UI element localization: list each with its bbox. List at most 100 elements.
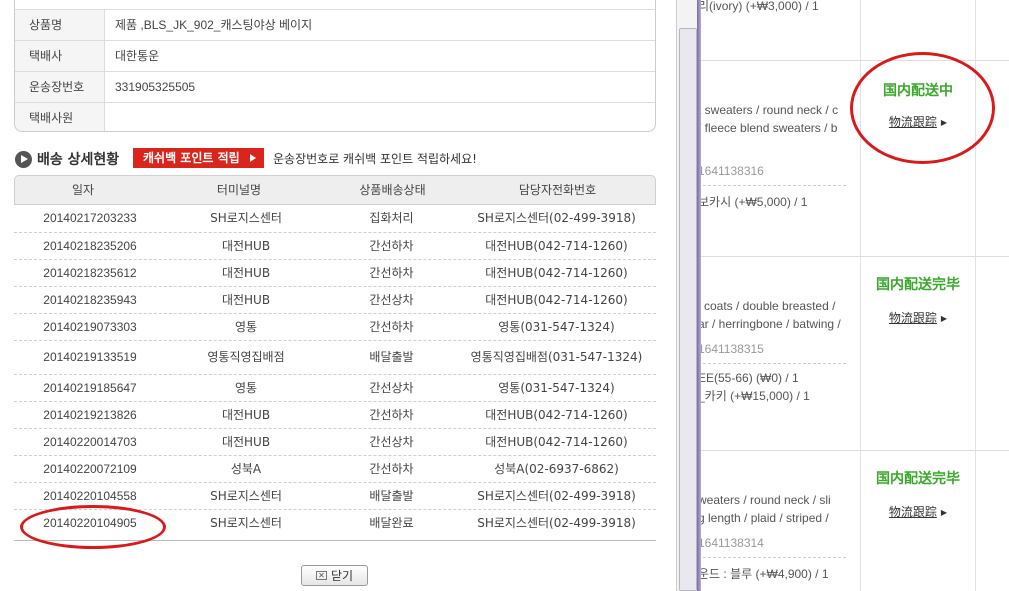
- play-circle-icon: [15, 150, 32, 168]
- cell-datetime: 20140218235612: [43, 265, 137, 280]
- table-bottom-border: [14, 540, 656, 541]
- shipping-status: 国内配送完毕: [876, 277, 960, 293]
- product-desc-line: / fleece blend sweaters / b: [698, 121, 838, 135]
- arrow-right-icon: [250, 154, 256, 162]
- cell-terminal: 대전HUB: [221, 407, 271, 422]
- table-row: 20140219073303 영통 간선하차 영통(031-547-1324): [14, 314, 656, 341]
- cell-status: 배달출발: [369, 350, 414, 364]
- cell-datetime: 20140220014703: [43, 434, 137, 449]
- info-label: 상품명: [15, 10, 105, 40]
- arrow-right-icon: ▶: [940, 314, 948, 323]
- order-option-text: _카키 (+₩15,000) / 1: [698, 389, 810, 403]
- info-label: 택배사: [15, 41, 105, 71]
- cell-datetime: 20140219185647: [43, 380, 137, 395]
- close-button[interactable]: ✕ 닫기: [301, 565, 368, 586]
- column-header: 담당자전화번호: [518, 183, 597, 197]
- shipping-status: 国内配送完毕: [876, 471, 960, 487]
- info-value: 대한통운: [115, 49, 160, 63]
- tracking-link-label: 物流跟踪: [888, 115, 937, 129]
- order-code: 1641138316: [698, 164, 764, 178]
- cell-phone: 영통직영집배점(031-547-1324): [470, 350, 643, 364]
- info-row-courier: 택배사 대한통운: [15, 40, 655, 71]
- divider: [698, 363, 846, 364]
- info-value: 331905325505: [115, 80, 196, 94]
- order-option-text: 보카시 (+₩5,000) / 1: [698, 195, 808, 209]
- cell-status: 간선하차: [369, 265, 414, 280]
- divider: [698, 557, 846, 558]
- close-button-label: 닫기: [330, 569, 354, 583]
- cell-status: 간선하차: [369, 319, 414, 334]
- table-row: 20140218235206 대전HUB 간선하차 대전HUB(042-714-…: [14, 233, 656, 260]
- delivery-detail-popup: 상품명 제품 ,BLS_JK_902_캐스팅야상 베이지 택배사 대한통운 운송…: [0, 0, 676, 591]
- cell-phone: SH로지스센터(02-499-3918): [477, 211, 636, 225]
- cell-terminal: SH로지스센터: [210, 488, 282, 503]
- column-header: 터미널명: [216, 183, 262, 197]
- tracking-table-body: 20140217203233 SH로지스센터 집화처리 SH로지스센터(02-4…: [14, 205, 656, 537]
- order-row: weaters / round neck / sli g length / pl…: [676, 450, 1009, 591]
- shipping-status: 国内配送中: [883, 83, 953, 99]
- cell-phone: 대전HUB(042-714-1260): [485, 238, 628, 253]
- cell-terminal: 대전HUB: [221, 238, 271, 253]
- section-title: 배송 상세현황: [37, 152, 120, 168]
- cashback-point-button[interactable]: 캐쉬백 포인트 적립: [133, 148, 264, 168]
- cell-terminal: 대전HUB: [221, 265, 271, 280]
- cell-phone: 영통(031-547-1324): [498, 319, 615, 334]
- cell-phone: 대전HUB(042-714-1260): [485, 292, 628, 307]
- cell-phone: 영통(031-547-1324): [498, 380, 615, 395]
- cell-terminal: 성북A: [230, 461, 262, 476]
- window-edge: [697, 0, 701, 591]
- table-header: 일자 터미널명 상품배송상태 담당자전화번호: [14, 175, 656, 205]
- cell-status: 배달완료: [369, 516, 414, 530]
- info-value: 제품 ,BLS_JK_902_캐스팅야상 베이지: [115, 18, 313, 32]
- arrow-right-icon: ▶: [940, 508, 948, 517]
- close-icon: ✕: [315, 571, 327, 580]
- order-option-text: 운드 : 블루 (+₩4,900) / 1: [698, 567, 829, 581]
- tracking-link[interactable]: 物流跟踪 ▶: [862, 309, 974, 326]
- order-option-text: EE(55-66) (₩0) / 1: [698, 371, 799, 385]
- table-row: 20140219213826 대전HUB 간선하차 대전HUB(042-714-…: [14, 402, 656, 429]
- table-row: 20140218235943 대전HUB 간선상차 대전HUB(042-714-…: [14, 287, 656, 314]
- order-row: l coats / double breasted / ar / herring…: [676, 256, 1009, 450]
- cell-datetime: 20140220072109: [43, 461, 137, 476]
- shipment-info-box: 상품명 제품 ,BLS_JK_902_캐스팅야상 베이지 택배사 대한통운 운송…: [14, 0, 656, 132]
- info-row-product: 상품명 제품 ,BLS_JK_902_캐스팅야상 베이지: [15, 9, 655, 40]
- tracking-link-label: 物流跟踪: [888, 311, 937, 325]
- divider: [698, 185, 846, 186]
- cell-terminal: 영통직영집배점: [207, 350, 285, 364]
- info-label: 택배사원: [15, 103, 105, 131]
- scrollbar-thumb[interactable]: [679, 28, 697, 591]
- cell-terminal: 대전HUB: [221, 292, 271, 307]
- product-desc-line: g length / plaid / striped /: [698, 511, 829, 525]
- cell-status: 간선상차: [369, 292, 414, 307]
- tracking-link-label: 物流跟踪: [888, 505, 937, 519]
- table-row: 20140220014703 대전HUB 간선상차 대전HUB(042-714-…: [14, 429, 656, 456]
- order-code: 1641138314: [698, 536, 764, 550]
- cell-datetime: 20140219213826: [43, 407, 137, 422]
- tracking-link[interactable]: 物流跟踪 ▶: [862, 113, 974, 130]
- cell-datetime: 20140218235206: [43, 238, 137, 253]
- table-row: 20140218235612 대전HUB 간선하차 대전HUB(042-714-…: [14, 260, 656, 287]
- cell-datetime: 20140217203233: [43, 211, 137, 225]
- table-row: 20140219185647 영통 간선상차 영통(031-547-1324): [14, 375, 656, 402]
- cell-status: 배달출발: [369, 488, 414, 503]
- cell-phone: SH로지스센터(02-499-3918): [477, 516, 636, 530]
- cell-datetime: 20140218235943: [43, 292, 137, 307]
- cell-phone: 대전HUB(042-714-1260): [485, 407, 628, 422]
- tracking-link[interactable]: 物流跟踪 ▶: [862, 503, 974, 520]
- product-desc-line: t sweaters / round neck / c: [698, 103, 839, 117]
- column-header: 상품배송상태: [359, 183, 426, 197]
- cell-datetime: 20140220104905: [43, 516, 137, 530]
- cell-status: 간선상차: [369, 434, 414, 449]
- info-label: 운송장번호: [15, 72, 105, 102]
- background-order-list: 리(ivory) (+₩3,000) / 1 t sweaters / roun…: [676, 0, 1009, 591]
- cell-phone: 대전HUB(042-714-1260): [485, 434, 628, 449]
- cell-terminal: 대전HUB: [221, 434, 271, 449]
- info-row-courier-staff: 택배사원: [15, 102, 655, 131]
- cell-status: 집화처리: [369, 211, 414, 225]
- order-row: t sweaters / round neck / c / fleece ble…: [676, 60, 1009, 256]
- cell-datetime: 20140220104558: [43, 488, 137, 503]
- cell-terminal: SH로지스센터: [210, 211, 282, 225]
- cell-status: 간선상차: [369, 380, 414, 395]
- table-row: 20140220104558 SH로지스센터 배달출발 SH로지스센터(02-4…: [14, 483, 656, 510]
- product-desc-line: ar / herringbone / batwing /: [698, 317, 841, 331]
